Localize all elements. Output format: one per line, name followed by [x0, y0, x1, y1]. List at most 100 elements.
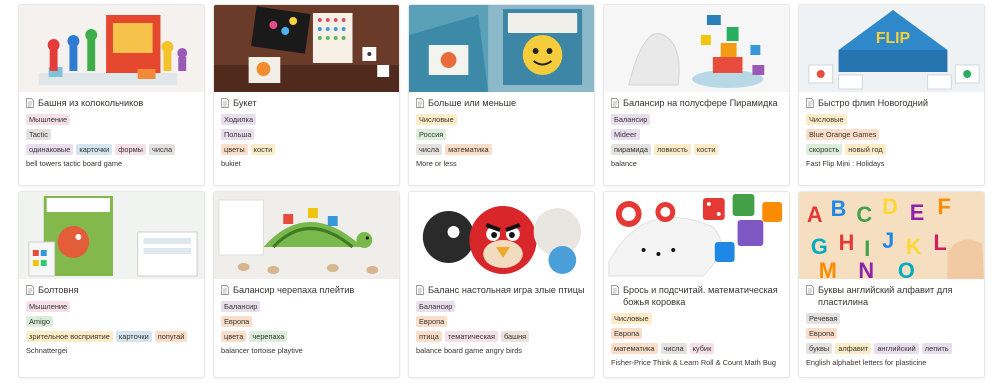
angry-birds-photo: [409, 192, 594, 279]
tag-pill: цвета: [221, 331, 247, 342]
property-row: Мышление: [26, 301, 197, 312]
tag-pill: математика: [611, 343, 658, 354]
tag-pill: Россия: [416, 129, 447, 140]
tortoise-balance-photo: [214, 192, 399, 279]
card-properties: Ходилка Польша цветы кости: [221, 114, 392, 155]
card-title-text: Балансир черепаха плейтив: [233, 285, 355, 295]
property-row: Речевая: [806, 313, 977, 324]
card-description: bukiet: [221, 159, 241, 168]
card-cover: FLIP: [799, 5, 984, 92]
tag-pill: Числовые: [416, 114, 457, 125]
property-row: Blue Orange Games: [806, 129, 977, 140]
tag-pill: числа: [416, 144, 443, 155]
card-cover: A B C D E F G H I J K L M N O: [799, 192, 984, 279]
page-icon: [416, 98, 424, 108]
gallery-card[interactable]: A B C D E F G H I J K L M N O Буквы англ…: [798, 191, 985, 378]
card-title: Быстро флип Новогодний: [806, 97, 977, 109]
tag-pill: скорость: [806, 144, 843, 155]
svg-text:K: K: [906, 234, 922, 259]
card-properties: Мышление Amigo зрительное восприятие карточ…: [26, 301, 197, 342]
property-row: Балансир: [611, 114, 782, 125]
svg-text:C: C: [856, 202, 872, 227]
svg-text:A: A: [807, 202, 823, 227]
gallery-grid: Башня из колокольчиков Мышление Tactic оди…: [18, 4, 985, 378]
svg-text:B: B: [831, 196, 847, 221]
svg-text:N: N: [858, 258, 874, 279]
page-icon: [806, 285, 814, 295]
tag-pill: Европа: [611, 328, 643, 339]
card-title: Букет: [221, 97, 392, 109]
card-title: Башня из колокольчиков: [26, 97, 197, 109]
tag-pill: Ходилка: [221, 114, 257, 125]
tag-pill: Tactic: [26, 129, 51, 140]
tag-pill: попугай: [154, 331, 188, 342]
property-row: Европа: [611, 328, 782, 339]
card-cover: [19, 5, 204, 92]
property-row: зрительное восприятие карточки попугай: [26, 331, 197, 342]
card-properties: Балансир Европа цвета черепаха: [221, 301, 392, 342]
gallery-card[interactable]: Баланс настольная игра злые птицы Баланс…: [408, 191, 595, 378]
tag-pill: Числовые: [611, 313, 652, 324]
math-bug-photo: [604, 192, 789, 279]
card-title: Больше или меньше: [416, 97, 587, 109]
card-title: Брось и подсчитай. математическая божья …: [611, 284, 782, 308]
tag-pill: английский: [874, 343, 919, 354]
gallery-card[interactable]: FLIP Быстро флип Новогодний Числовые Blue…: [798, 4, 985, 186]
tag-pill: Европа: [806, 328, 838, 339]
tag-pill: зрительное восприятие: [26, 331, 113, 342]
page-icon: [26, 98, 34, 108]
card-description: balance board game angry birds: [416, 346, 522, 355]
svg-text:G: G: [811, 234, 828, 259]
tag-pill: новый год: [845, 144, 886, 155]
gallery-card[interactable]: Больше или меньше Числовые Россия числа мат…: [408, 4, 595, 186]
balance-pyramid-photo: [604, 5, 789, 92]
card-title: Балансир на полусфере Пирамидка: [611, 97, 782, 109]
gallery-card[interactable]: Брось и подсчитай. математическая божья …: [603, 191, 790, 378]
bell-tower-game-photo: [19, 5, 204, 92]
tag-pill: Мышление: [26, 114, 71, 125]
gallery-card[interactable]: Балансир черепаха плейтив Балансир Европа…: [213, 191, 400, 378]
property-row: Россия: [416, 129, 587, 140]
card-description: Fast Flip Mini : Holidays: [806, 159, 885, 168]
page-icon: [416, 285, 424, 295]
gallery-card[interactable]: Башня из колокольчиков Мышление Tactic оди…: [18, 4, 205, 186]
card-description: Fisher-Price Think & Learn Roll & Count …: [611, 358, 776, 367]
tag-pill: Европа: [221, 316, 253, 327]
card-cover: [409, 5, 594, 92]
tag-pill: Европа: [416, 316, 448, 327]
gallery-card[interactable]: Болтовня Мышление Amigo зрительное восприя…: [18, 191, 205, 378]
svg-text:H: H: [839, 230, 855, 255]
card-description: balance: [611, 159, 637, 168]
tag-pill: Балансир: [221, 301, 261, 312]
tag-pill: Балансир: [416, 301, 456, 312]
tag-pill: числа: [660, 343, 687, 354]
property-row: Amigo: [26, 316, 197, 327]
gallery-card[interactable]: Букет Ходилка Польша цветы кости bukiet: [213, 4, 400, 186]
gallery-card[interactable]: Балансир на полусфере Пирамидка Балансир…: [603, 4, 790, 186]
tag-pill: алфавит: [835, 343, 872, 354]
tag-pill: тематическая: [444, 331, 498, 342]
fast-flip-game-photo: FLIP: [799, 5, 984, 92]
property-row: Tactic: [26, 129, 197, 140]
tag-pill: формы: [115, 144, 146, 155]
card-properties: Числовые Россия числа математика: [416, 114, 587, 155]
svg-text:F: F: [938, 194, 951, 219]
card-cover: [19, 192, 204, 279]
tag-pill: карточки: [76, 144, 113, 155]
page-icon: [611, 285, 619, 295]
card-properties: Речевая Европа буквы алфавит английский лепит…: [806, 313, 977, 354]
card-title: Баланс настольная игра злые птицы: [416, 284, 587, 296]
property-row: математика числа кубик: [611, 343, 782, 354]
property-row: Mideer: [611, 129, 782, 140]
card-title: Буквы английский алфавит для пластилина: [806, 284, 977, 308]
page-icon: [806, 98, 814, 108]
tag-pill: башня: [500, 331, 530, 342]
card-properties: Числовые Европа математика числа кубик: [611, 313, 782, 354]
svg-text:FLIP: FLIP: [876, 30, 911, 47]
card-cover: [214, 5, 399, 92]
tag-pill: буквы: [806, 343, 833, 354]
tag-pill: одинаковые: [26, 144, 74, 155]
tag-pill: цветы: [221, 144, 248, 155]
card-cover: [604, 5, 789, 92]
tag-pill: кубик: [689, 343, 715, 354]
